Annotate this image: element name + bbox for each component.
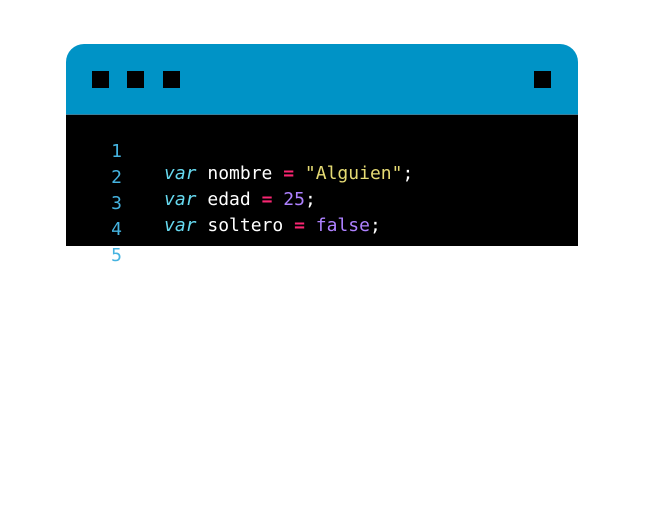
code-line: 1 var nombre = "Alguien"; <box>66 119 578 184</box>
titlebar-square-icon[interactable] <box>127 71 144 88</box>
code-window: 1 var nombre = "Alguien"; 2 var edad = 2… <box>66 44 578 266</box>
window-titlebar <box>66 44 578 114</box>
code-line: 3 var soltero = false; <box>66 171 578 236</box>
code-line: 5 <box>66 223 578 266</box>
code-line: 4 <box>66 197 578 240</box>
titlebar-square-icon[interactable] <box>534 71 551 88</box>
code-line: 2 var edad = 25; <box>66 145 578 210</box>
titlebar-square-icon[interactable] <box>163 71 180 88</box>
titlebar-square-icon[interactable] <box>92 71 109 88</box>
code-editor[interactable]: 1 var nombre = "Alguien"; 2 var edad = 2… <box>66 114 578 266</box>
line-number: 5 <box>111 245 122 266</box>
